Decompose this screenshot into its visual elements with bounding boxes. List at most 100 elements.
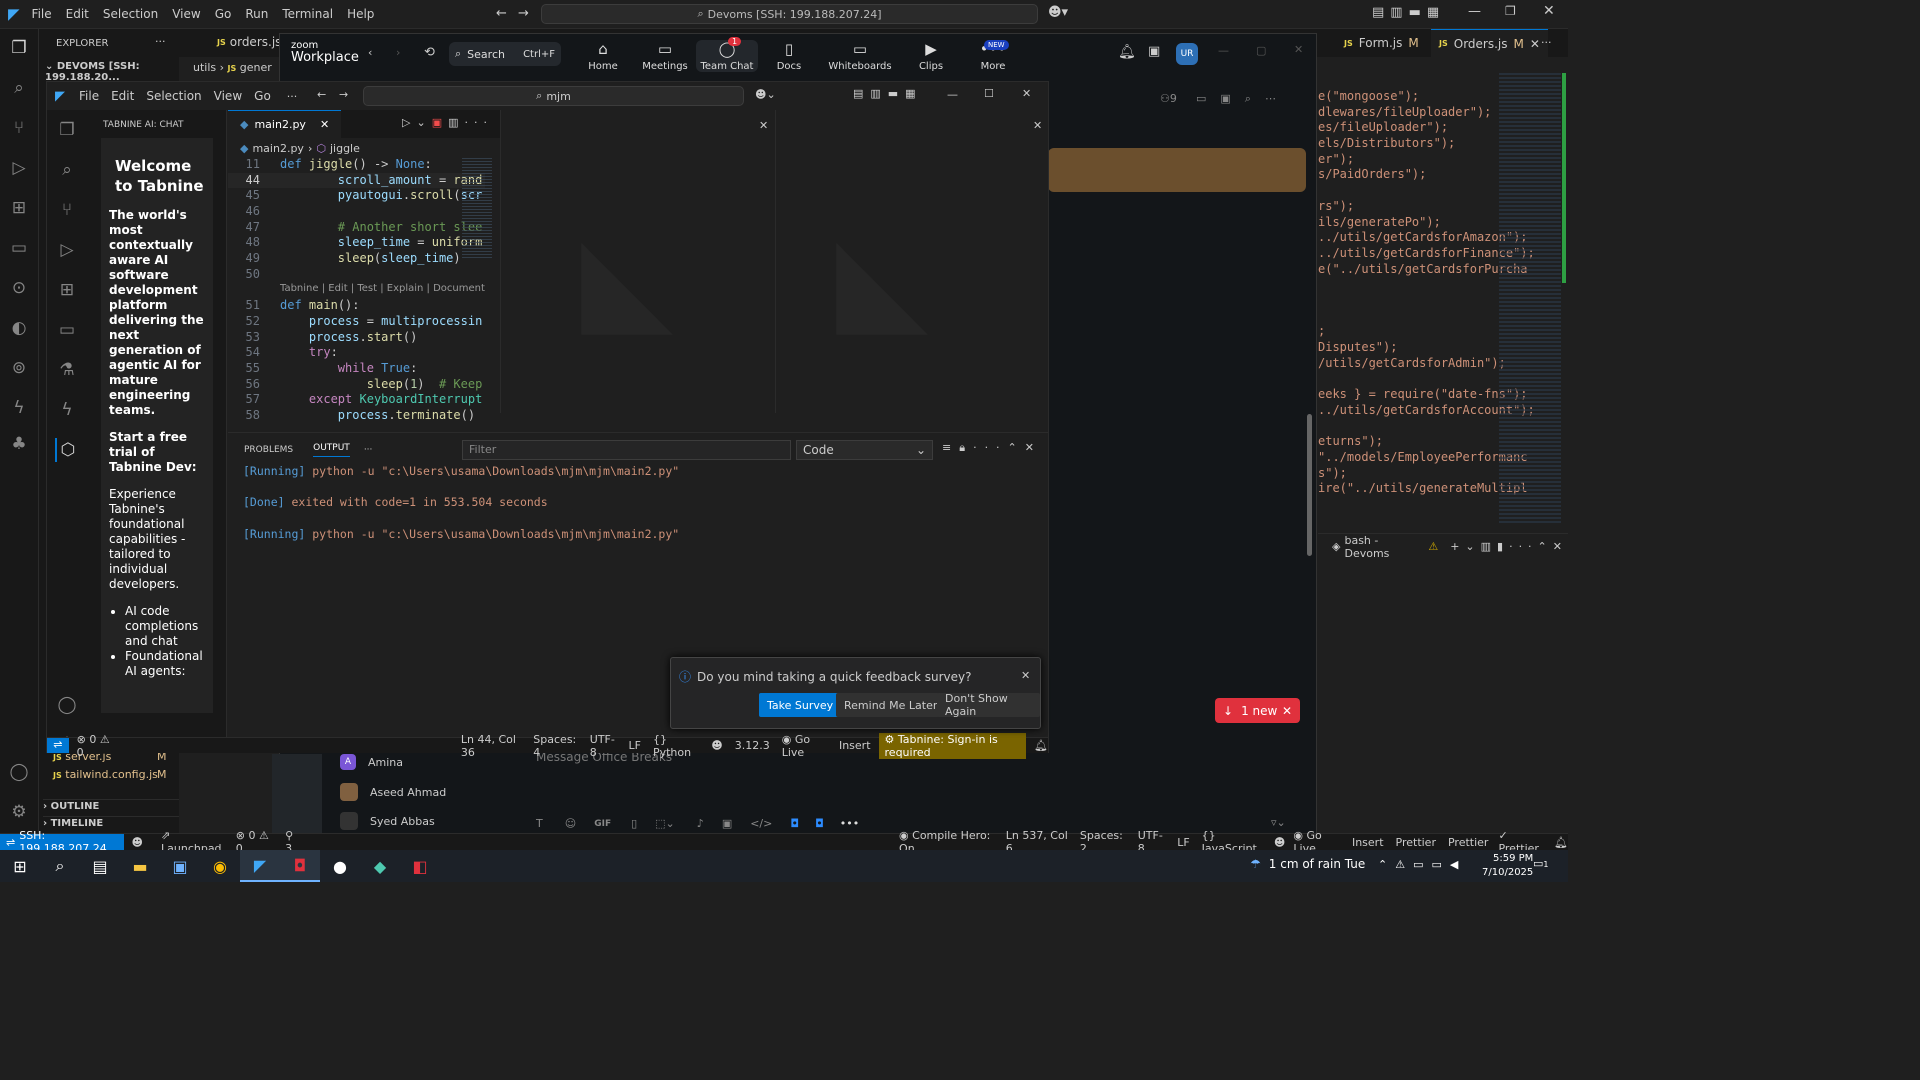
thunder-client-icon[interactable]: ϟ bbox=[55, 398, 79, 422]
nav-meetings[interactable]: ▭ Meetings bbox=[634, 40, 696, 72]
outer-editor[interactable]: e("mongoose"); dlewares/fileUploader"); es… bbox=[1318, 57, 1568, 533]
prettier-2[interactable]: Prettier bbox=[1448, 836, 1488, 849]
notification-icon[interactable]: ▭1 bbox=[1533, 857, 1549, 870]
members-count[interactable]: ⚇ 9 bbox=[1160, 92, 1177, 105]
account-icon[interactable]: ◯ bbox=[7, 760, 31, 784]
menu-run[interactable]: Run bbox=[245, 7, 268, 21]
outer-terminal-body[interactable] bbox=[1318, 559, 1568, 833]
workspace-header[interactable]: ⌄ DEVOMS [SSH: 199.188.20... bbox=[45, 61, 179, 83]
tab-problems[interactable]: PROBLEMS bbox=[244, 445, 293, 455]
tab-main2-py[interactable]: ◆ main2.py ✕ bbox=[228, 110, 342, 138]
copilot-icon[interactable]: ☻▾ bbox=[1048, 5, 1068, 20]
remote-explorer-icon[interactable]: ▭ bbox=[55, 318, 79, 342]
chrome-icon[interactable]: ◉ bbox=[200, 850, 240, 882]
eol[interactable]: LF bbox=[1177, 836, 1189, 849]
start-icon[interactable]: ⊞ bbox=[0, 850, 40, 882]
copilot-icon[interactable]: ☻ bbox=[711, 739, 722, 752]
contact-amina[interactable]: A Amina bbox=[340, 754, 403, 770]
forward-arrow-icon[interactable]: → bbox=[518, 6, 529, 21]
menu-view[interactable]: View bbox=[214, 89, 242, 103]
close-icon[interactable]: ✕ bbox=[1530, 37, 1540, 51]
menu-file[interactable]: File bbox=[32, 7, 52, 21]
forward-icon[interactable]: › bbox=[396, 46, 400, 59]
layout-icons[interactable]: ▤▥▬▦ bbox=[1372, 5, 1445, 20]
eol[interactable]: LF bbox=[628, 739, 640, 752]
thunder-client-icon[interactable]: ϟ bbox=[7, 396, 31, 420]
source-control-icon[interactable]: ⑂ bbox=[7, 116, 31, 140]
breadcrumb-folder[interactable]: utils bbox=[193, 61, 216, 74]
code-lines[interactable]: 11 def jiggle() -> None: 44 scroll_amount… bbox=[228, 157, 485, 424]
outline-section[interactable]: › OUTLINE bbox=[43, 799, 179, 812]
store-icon[interactable]: ▣ bbox=[160, 850, 200, 882]
tabnine-status[interactable]: ⚙ Tabnine: Sign-in is required bbox=[878, 732, 1027, 759]
prettier-1[interactable]: Prettier bbox=[1396, 836, 1436, 849]
close-icon[interactable]: ✕ bbox=[1022, 87, 1031, 100]
tabnine-icon[interactable]: ⬡ bbox=[55, 438, 79, 462]
app2-icon[interactable]: ◘ bbox=[815, 817, 824, 830]
run-debug-icon[interactable]: ▷ bbox=[55, 238, 79, 262]
app-icon-2[interactable]: ◆ bbox=[360, 850, 400, 882]
more-icon[interactable]: ··· bbox=[364, 445, 373, 455]
forward-arrow-icon[interactable]: → bbox=[339, 88, 348, 101]
source-control-icon[interactable]: ⑂ bbox=[55, 198, 79, 222]
close-icon[interactable]: ✕ bbox=[759, 119, 768, 132]
more-actions-icon[interactable]: ··· bbox=[155, 35, 166, 48]
menu-view[interactable]: View bbox=[172, 7, 200, 21]
dont-show-again-button[interactable]: Don't Show Again bbox=[937, 692, 1040, 718]
explorer-icon[interactable]: ❐ bbox=[7, 36, 31, 60]
avatar[interactable]: UR bbox=[1176, 43, 1198, 65]
tab-output[interactable]: OUTPUT bbox=[313, 443, 350, 457]
minimize-icon[interactable]: — bbox=[1218, 44, 1229, 57]
go-live[interactable]: ◉ Go Live bbox=[782, 733, 827, 759]
zoom-taskbar-icon[interactable]: ◘ bbox=[280, 850, 320, 882]
tab-form-js[interactable]: JS Form.js M bbox=[1344, 36, 1419, 50]
nav-clips[interactable]: ▶ Clips bbox=[900, 40, 962, 72]
menu-go[interactable]: Go bbox=[215, 7, 232, 21]
minimize-icon[interactable]: — bbox=[1468, 4, 1481, 19]
back-arrow-icon[interactable]: ← bbox=[317, 88, 326, 101]
python-icon[interactable]: ♣ bbox=[7, 432, 31, 456]
emoji-icon[interactable]: ☺ bbox=[565, 817, 576, 830]
layout-icons[interactable]: ▤▥▬▦ bbox=[853, 87, 923, 100]
back-arrow-icon[interactable]: ← bbox=[496, 6, 507, 21]
take-survey-button[interactable]: Take Survey bbox=[759, 693, 842, 717]
indentation[interactable]: Spaces: 4 bbox=[533, 733, 577, 759]
app-icon-3[interactable]: ◧ bbox=[400, 850, 440, 882]
menu-terminal[interactable]: Terminal bbox=[282, 7, 333, 21]
codelens[interactable]: Tabnine | Edit | Test | Explain | Docume… bbox=[228, 283, 485, 299]
bell-icon[interactable]: 🔔︎ bbox=[1554, 836, 1568, 849]
settings-gear-icon[interactable]: ⚙ bbox=[7, 800, 31, 824]
python-version[interactable]: 3.12.3 bbox=[735, 739, 770, 752]
nav-docs[interactable]: ▯ Docs bbox=[758, 40, 820, 72]
nav-whiteboards[interactable]: ▭ Whiteboards bbox=[820, 40, 900, 72]
terminal-name[interactable]: bash - Devoms bbox=[1344, 534, 1424, 560]
encoding[interactable]: UTF-8 bbox=[590, 733, 617, 759]
restore-icon[interactable]: ▢ bbox=[1256, 44, 1266, 57]
breadcrumb-file[interactable]: main2.py bbox=[252, 142, 303, 155]
restore-icon[interactable]: ☐ bbox=[984, 87, 994, 100]
testing-icon[interactable]: ⚗ bbox=[55, 358, 79, 382]
more-actions-icon[interactable]: ··· bbox=[1541, 36, 1552, 49]
minimap[interactable] bbox=[462, 158, 492, 258]
nav-more[interactable]: •••MoreNEW bbox=[962, 40, 1024, 72]
format-text-icon[interactable]: T bbox=[536, 817, 543, 830]
menu-selection[interactable]: Selection bbox=[103, 7, 158, 21]
copilot-icon[interactable]: ☻ bbox=[132, 836, 143, 849]
code-icon[interactable]: </> bbox=[750, 817, 772, 830]
extensions-icon[interactable]: ⊞ bbox=[7, 196, 31, 220]
search-icon[interactable]: ⌕ bbox=[40, 850, 80, 882]
calendar-icon[interactable]: ▣ bbox=[1148, 44, 1160, 59]
cursor-position[interactable]: Ln 44, Col 36 bbox=[461, 733, 521, 759]
close-icon[interactable]: ✕ bbox=[1543, 3, 1555, 19]
tab-orders-js[interactable]: JS orders.js bbox=[217, 35, 281, 49]
menu-file[interactable]: File bbox=[79, 89, 99, 103]
language-mode[interactable]: {} Python bbox=[653, 733, 699, 759]
remote-explorer-icon[interactable]: ▭ bbox=[7, 236, 31, 260]
contact-syed[interactable]: Syed Abbas bbox=[340, 812, 435, 830]
close-icon[interactable]: ✕ bbox=[320, 118, 329, 131]
task-view-icon[interactable]: ▤ bbox=[80, 850, 120, 882]
minimize-icon[interactable]: — bbox=[947, 88, 958, 101]
menu-edit[interactable]: Edit bbox=[111, 89, 134, 103]
gif-icon[interactable]: GIF bbox=[594, 819, 611, 829]
menu-go[interactable]: Go bbox=[254, 89, 271, 103]
